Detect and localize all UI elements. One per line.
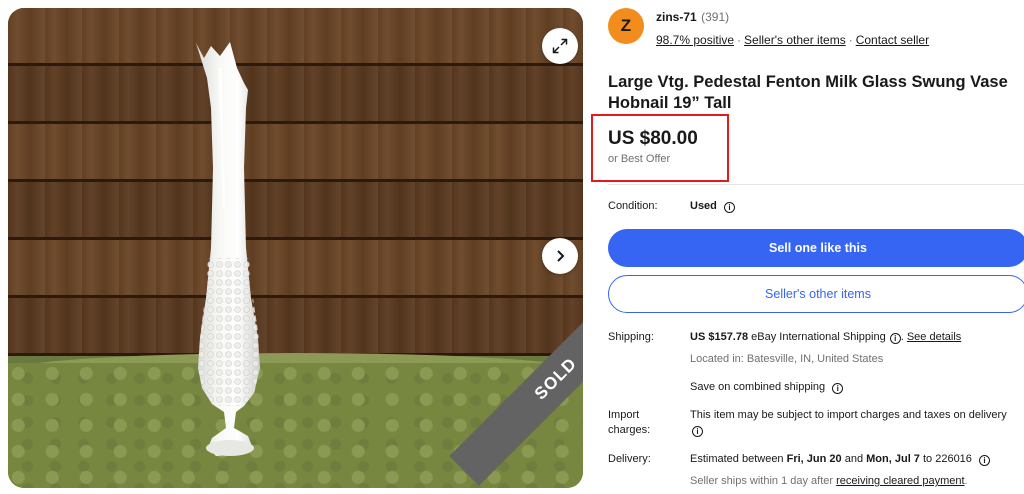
divider [608, 184, 1024, 185]
info-icon[interactable]: i [692, 426, 703, 437]
import-charges-label: Import charges: [608, 409, 651, 436]
handling-time: Seller ships within 1 day after receivin… [690, 475, 968, 487]
info-icon[interactable]: i [832, 383, 844, 394]
delivery-date-end: Mon, Jul 7 [866, 453, 920, 465]
expand-arrows-icon [552, 38, 568, 54]
combined-shipping-text: Save on combined shipping [690, 381, 826, 393]
item-title: Large Vtg. Pedestal Fenton Milk Glass Sw… [608, 73, 1008, 112]
next-image-button[interactable] [542, 238, 578, 274]
shipping-label: Shipping: [608, 331, 654, 343]
combined-shipping-row: Save on combined shipping i [690, 380, 844, 395]
seller-feedback-count[interactable]: (391) [701, 10, 729, 24]
info-icon[interactable]: i [978, 455, 990, 466]
seller-card: Z zins-71 (391) 98.7% positive · Seller's … [608, 8, 929, 47]
item-details-panel: Z zins-71 (391) 98.7% positive · Seller's … [591, 0, 1024, 494]
seller-other-items-link[interactable]: Seller's other items [744, 33, 846, 47]
condition-label: Condition: [608, 200, 658, 212]
item-price: US $80.00 [608, 128, 698, 149]
contact-seller-link[interactable]: Contact seller [856, 33, 929, 47]
best-offer-label: or Best Offer [608, 153, 671, 165]
product-image-gallery[interactable]: SOLD [8, 8, 583, 488]
seller-avatar[interactable]: Z [608, 8, 644, 44]
info-icon[interactable]: i [723, 202, 735, 213]
condition-value-row: Used i [690, 199, 735, 214]
item-location: Located in: Batesville, IN, United State… [690, 353, 884, 365]
condition-value: Used [690, 200, 717, 212]
delivery-date-start: Fri, Jun 20 [786, 453, 842, 465]
see-details-link[interactable]: See details [907, 331, 961, 343]
chevron-right-icon [557, 250, 565, 262]
seller-positive-feedback-link[interactable]: 98.7% positive [656, 33, 734, 47]
shipping-amount: US $157.78 [690, 331, 749, 343]
expand-image-button[interactable] [542, 28, 578, 64]
delivery-postcode: to 226016 [922, 453, 972, 465]
delivery-label: Delivery: [608, 453, 651, 465]
delivery-estimate: Estimated between Fri, Jun 20 and Mon, J… [690, 452, 990, 467]
cleared-payment-link[interactable]: receiving cleared payment [836, 475, 964, 487]
sellers-other-items-button[interactable]: Seller's other items [608, 275, 1024, 313]
import-charges-text: This item may be subject to import charg… [690, 409, 1007, 421]
sell-one-like-this-button[interactable]: Sell one like this [608, 229, 1024, 267]
info-icon[interactable]: i [889, 333, 901, 344]
seller-name-link[interactable]: zins-71 [656, 10, 697, 24]
shipping-method: eBay International Shipping [751, 331, 886, 343]
shipping-value-row: US $157.78 eBay International Shipping i.… [690, 331, 962, 344]
